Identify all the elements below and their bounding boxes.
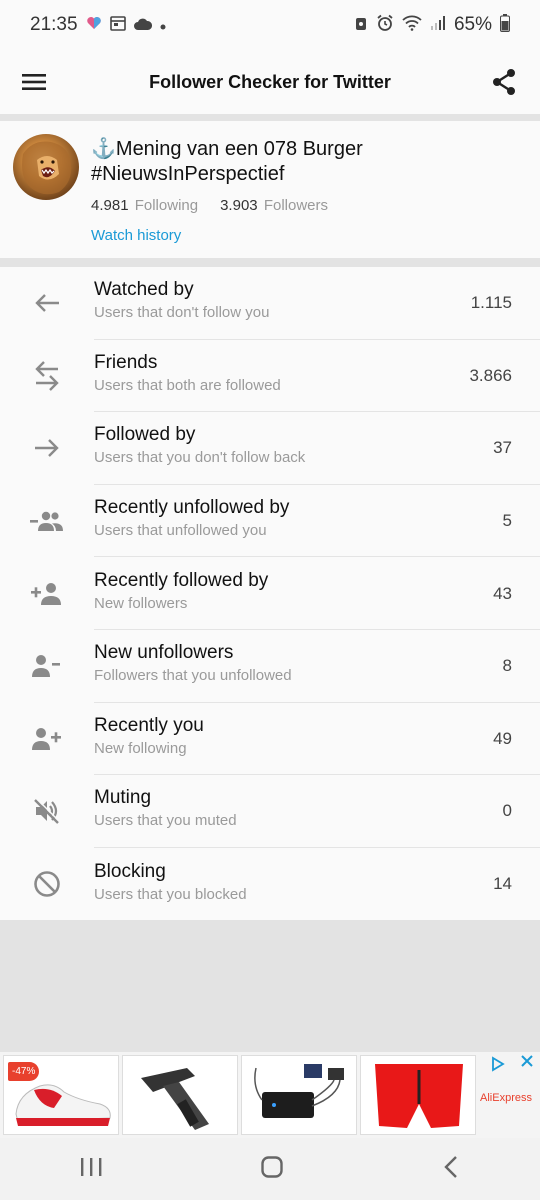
- row-count: 0: [502, 801, 512, 821]
- profile-stats: 4.981 Following 3.903 Followers: [91, 197, 328, 214]
- row-recently-unfollowed-by[interactable]: Recently unfollowed by Users that unfoll…: [0, 485, 540, 558]
- row-followed-by[interactable]: Followed by Users that you don't follow …: [0, 412, 540, 485]
- row-count: 5: [502, 511, 512, 531]
- ad-info-icon[interactable]: [490, 1056, 506, 1075]
- following-stat: 4.981 Following: [91, 197, 198, 214]
- volume-off-icon: [0, 798, 94, 825]
- wifi-icon: [402, 15, 422, 35]
- hdmi-switch-image: [254, 1064, 344, 1118]
- watch-history-link[interactable]: Watch history: [91, 227, 181, 244]
- row-subtitle: Users that you muted: [94, 812, 237, 830]
- row-subtitle: Users that you blocked: [94, 885, 247, 903]
- block-icon: [0, 870, 94, 898]
- following-count: 4.981: [91, 197, 129, 214]
- system-nav-bar: [0, 1138, 540, 1200]
- ad-brand-label[interactable]: AliExpress: [480, 1092, 532, 1104]
- row-title: Blocking: [94, 860, 166, 882]
- category-list: Watched by Users that don't follow you 1…: [0, 267, 540, 921]
- person-remove-icon: [0, 654, 94, 678]
- ad-tile-hdmi-switch[interactable]: [241, 1055, 357, 1135]
- row-recently-you[interactable]: Recently you New following 49: [0, 703, 540, 776]
- status-bar: 21:35 65%: [0, 0, 540, 50]
- app-bar: Follower Checker for Twitter: [0, 50, 540, 114]
- back-icon[interactable]: [441, 1155, 461, 1184]
- row-count: 37: [493, 438, 512, 458]
- row-blocking[interactable]: Blocking Users that you blocked 14: [0, 848, 540, 921]
- ad-tile-underwear[interactable]: [360, 1055, 476, 1135]
- more-notifications-dot-icon: [160, 17, 166, 34]
- row-count: 43: [493, 583, 512, 603]
- signal-icon: [430, 15, 446, 35]
- battery-percent: 65%: [453, 14, 492, 35]
- share-icon[interactable]: [484, 62, 524, 102]
- ad-banner[interactable]: -47% AliExpress: [0, 1052, 540, 1138]
- row-title: Recently you: [94, 714, 204, 736]
- swap-arrows-icon: [0, 360, 94, 392]
- row-subtitle: New followers: [94, 594, 188, 612]
- tool-image: [141, 1068, 209, 1130]
- row-new-unfollowers[interactable]: New unfollowers Followers that you unfol…: [0, 630, 540, 703]
- row-count: 3.866: [469, 365, 512, 385]
- arrow-right-icon: [0, 437, 94, 459]
- cloud-notification-icon: [133, 17, 152, 34]
- arrow-left-icon: [0, 292, 94, 314]
- following-label: Following: [134, 197, 199, 214]
- row-recently-followed-by[interactable]: Recently followed by New followers 43: [0, 557, 540, 630]
- lion-avatar-image: [22, 141, 72, 195]
- underwear-image: [375, 1064, 463, 1128]
- lock-status-icon: [354, 15, 368, 35]
- row-title: Recently unfollowed by: [94, 497, 290, 519]
- ad-tile-tool[interactable]: [122, 1055, 238, 1135]
- alarm-icon: [376, 14, 394, 36]
- row-subtitle: Users that unfollowed you: [94, 522, 267, 540]
- row-subtitle: Followers that you unfollowed: [94, 667, 292, 685]
- followers-stat: 3.903 Followers: [220, 197, 328, 214]
- avatar[interactable]: [13, 134, 79, 200]
- recent-apps-icon[interactable]: [79, 1156, 103, 1183]
- row-count: 8: [502, 656, 512, 676]
- followers-label: Followers: [263, 197, 328, 214]
- person-add-right-icon: [0, 727, 94, 751]
- person-add-left-icon: [0, 582, 94, 606]
- home-icon[interactable]: [260, 1155, 284, 1184]
- row-count: 1.115: [470, 293, 512, 313]
- row-friends[interactable]: Friends Users that both are followed 3.8…: [0, 340, 540, 413]
- followers-count: 3.903: [220, 197, 258, 214]
- row-subtitle: Users that you don't follow back: [94, 449, 306, 467]
- profile-card[interactable]: ⚓Mening van een 078 Burger #NieuwsInPers…: [0, 121, 540, 258]
- row-count: 49: [493, 728, 512, 748]
- row-title: Muting: [94, 787, 152, 809]
- profile-name: ⚓Mening van een 078 Burger #NieuwsInPers…: [91, 138, 363, 185]
- calendar-notification-icon: [109, 15, 126, 35]
- row-watched-by[interactable]: Watched by Users that don't follow you 1…: [0, 267, 540, 340]
- row-title: Followed by: [94, 424, 196, 446]
- row-title: Recently followed by: [94, 569, 269, 591]
- hamburger-menu-icon[interactable]: [14, 62, 54, 102]
- battery-icon: [500, 14, 510, 36]
- row-subtitle: New following: [94, 739, 187, 757]
- discount-badge: -47%: [8, 1062, 40, 1081]
- heart-notification-icon: [86, 16, 102, 34]
- group-remove-icon: [0, 510, 94, 532]
- app-title: Follower Checker for Twitter: [149, 71, 391, 92]
- row-count: 14: [493, 874, 512, 894]
- ad-close-icon[interactable]: [520, 1054, 534, 1073]
- ad-tile-sneaker[interactable]: -47%: [3, 1055, 119, 1135]
- row-title: New unfollowers: [94, 642, 234, 664]
- status-time: 21:35: [30, 14, 78, 35]
- row-muting[interactable]: Muting Users that you muted 0: [0, 775, 540, 848]
